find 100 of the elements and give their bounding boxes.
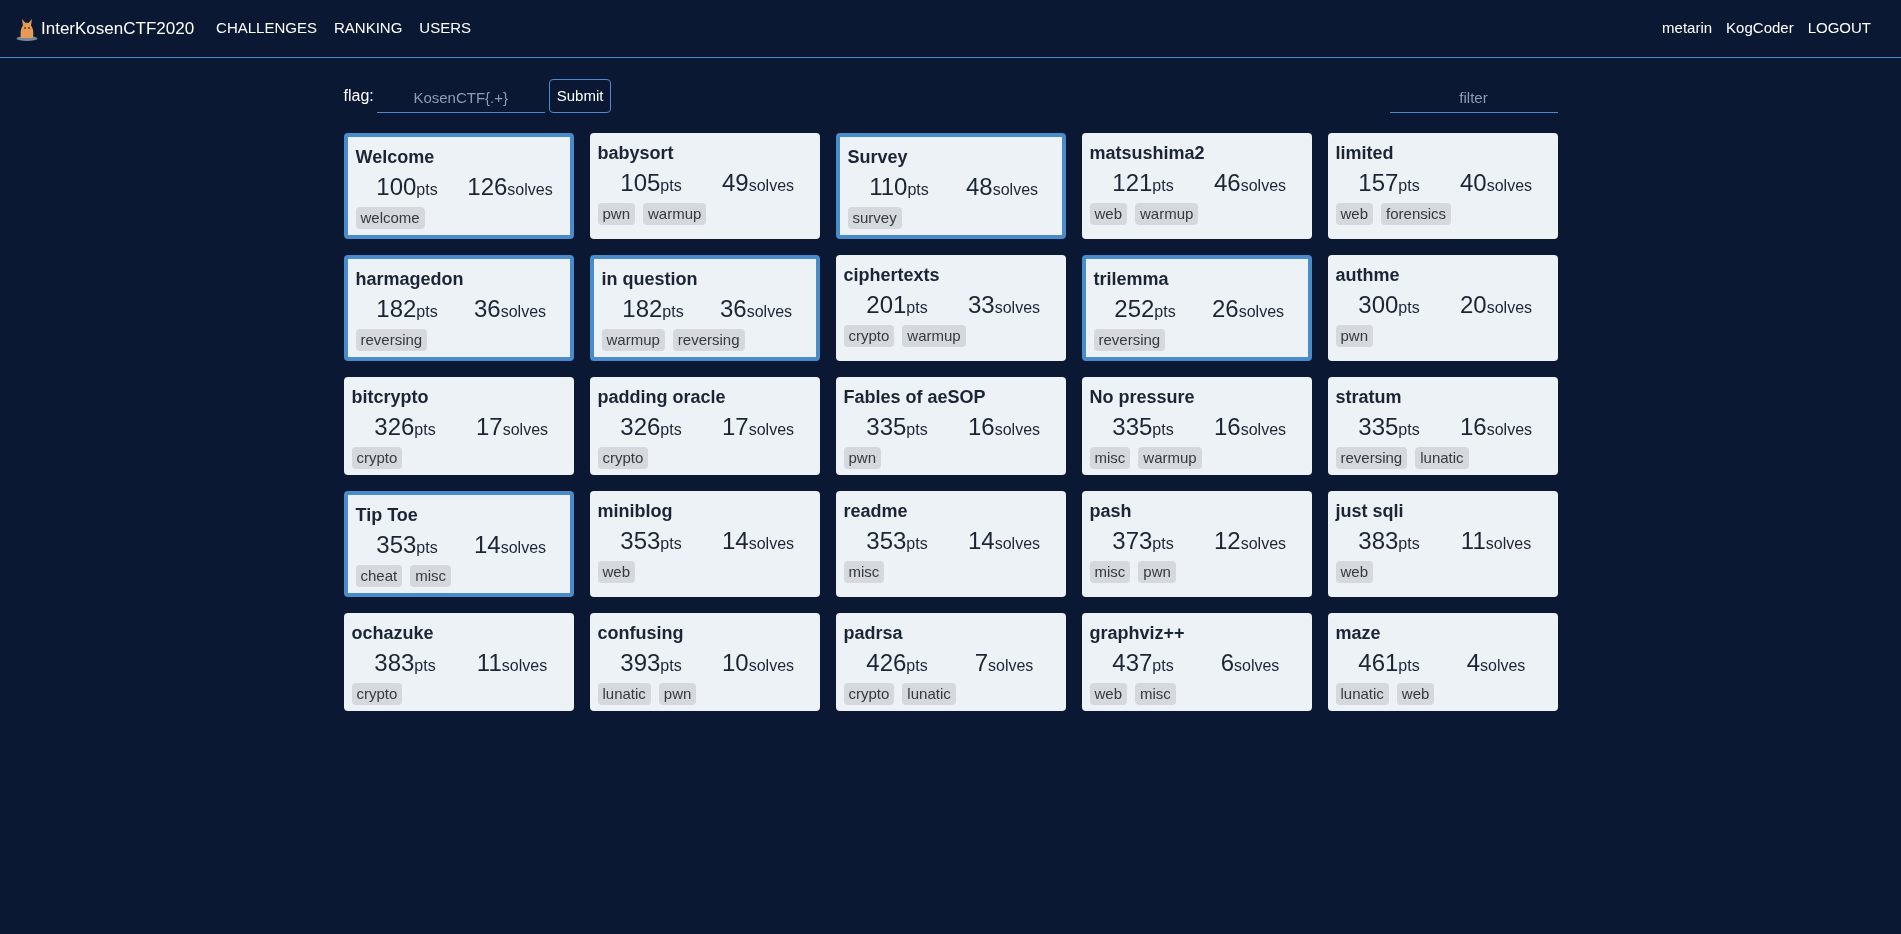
challenge-card[interactable]: limited 157pts 40solves web forensics — [1327, 133, 1558, 239]
points-unit: pts — [662, 303, 684, 320]
solves-value: 33 — [967, 291, 995, 318]
challenge-title: in question — [601, 268, 698, 291]
category-tag: reversing — [672, 329, 745, 351]
points-value: 326 — [374, 413, 415, 440]
challenge-card[interactable]: Survey 110pts 48solves survey — [835, 133, 1066, 239]
solves-value: 11 — [476, 649, 502, 676]
challenge-title: bitcrypto — [351, 386, 429, 409]
challenge-card[interactable]: babysort 105pts 49solves pwn warmup — [589, 133, 820, 239]
nav-link[interactable]: metarin — [1662, 17, 1713, 40]
category-tag: reversing — [355, 329, 428, 351]
challenge-card[interactable]: Tip Toe 353pts 14solves cheat misc — [343, 491, 574, 597]
challenge-card[interactable]: trilemma 252pts 26solves reversing — [1081, 255, 1312, 361]
challenge-card[interactable]: harmagedon 182pts 36solves reversing — [343, 255, 574, 361]
challenge-card[interactable]: matsushima2 121pts 46solves web warmup — [1081, 133, 1312, 239]
points-unit: pts — [906, 299, 928, 316]
solves-unit: solves — [994, 535, 1041, 552]
category-tag: warmup — [902, 325, 966, 347]
challenge-card[interactable]: maze 461pts 4solves lunatic web — [1327, 613, 1558, 711]
solves-value: 16 — [1459, 413, 1487, 440]
filter-input[interactable]: filter — [1389, 83, 1558, 113]
points-value: 182 — [376, 295, 417, 322]
challenge-card[interactable]: miniblog 353pts 14solves web — [589, 491, 820, 597]
solves-value: 36 — [473, 295, 501, 322]
solves-value: 7 — [974, 649, 988, 676]
points-unit: pts — [416, 539, 438, 556]
challenge-title: pash — [1089, 500, 1132, 523]
points-unit: pts — [416, 303, 438, 320]
nav-link[interactable]: USERS — [419, 17, 471, 40]
points-unit: pts — [414, 421, 436, 438]
solves-value: 20 — [1459, 291, 1487, 318]
points-value: 353 — [376, 531, 417, 558]
points-unit: pts — [660, 421, 682, 438]
points-unit: pts — [660, 177, 682, 194]
solves-unit: solves — [500, 303, 547, 320]
brand-link[interactable]: InterKosenCTF2020 — [16, 15, 195, 42]
nav-link[interactable]: LOGOUT — [1807, 17, 1871, 40]
solves-value: 126 — [467, 173, 508, 200]
challenge-card[interactable]: authme 300pts 20solves pwn — [1327, 255, 1558, 361]
points-value: 201 — [866, 291, 907, 318]
nav-link[interactable]: KogCoder — [1726, 17, 1794, 40]
challenge-title: No pressure — [1089, 386, 1195, 409]
challenge-card[interactable]: confusing 393pts 10solves lunatic pwn — [589, 613, 820, 711]
category-tag: lunatic — [1415, 447, 1469, 469]
category-tag: crypto — [843, 683, 895, 705]
points-unit: pts — [906, 657, 928, 674]
flag-input[interactable]: KosenCTF{.+} — [376, 83, 545, 113]
challenge-card[interactable]: ciphertexts 201pts 33solves crypto warmup — [835, 255, 1066, 361]
challenge-card[interactable]: stratum 335pts 16solves reversing lunatic — [1327, 377, 1558, 475]
challenge-title: matsushima2 — [1089, 142, 1205, 165]
points-unit: pts — [660, 535, 682, 552]
points-value: 426 — [866, 649, 907, 676]
solves-value: 46 — [1213, 169, 1241, 196]
challenge-card[interactable]: Welcome 100pts 126solves welcome — [343, 133, 574, 239]
category-tag: misc — [1135, 683, 1176, 705]
challenge-card[interactable]: bitcrypto 326pts 17solves crypto — [343, 377, 574, 475]
category-tag: warmup — [643, 203, 707, 225]
challenge-card[interactable]: No pressure 335pts 16solves misc warmup — [1081, 377, 1312, 475]
challenge-title: miniblog — [597, 500, 673, 523]
points-unit: pts — [1152, 657, 1174, 674]
category-tag: reversing — [1093, 329, 1166, 351]
nav-link[interactable]: CHALLENGES — [216, 17, 317, 40]
challenge-card[interactable]: padrsa 426pts 7solves crypto lunatic — [835, 613, 1066, 711]
challenge-title: Tip Toe — [355, 504, 418, 527]
challenge-card[interactable]: pash 373pts 12solves misc pwn — [1081, 491, 1312, 597]
challenge-title: ochazuke — [351, 622, 434, 645]
category-tag: welcome — [355, 207, 425, 229]
solves-value: 4 — [1466, 649, 1480, 676]
nav-link[interactable]: RANKING — [333, 17, 403, 40]
solves-unit: solves — [1485, 535, 1532, 552]
solves-unit: solves — [746, 303, 793, 320]
submit-button[interactable]: Submit — [548, 79, 612, 113]
solves-unit: solves — [501, 657, 548, 674]
challenge-title: readme — [843, 500, 908, 523]
points-value: 383 — [374, 649, 415, 676]
category-tag: crypto — [843, 325, 895, 347]
points-unit: pts — [1152, 421, 1174, 438]
category-tag: pwn — [658, 683, 697, 705]
challenge-card[interactable]: Fables of aeSOP 335pts 16solves pwn — [835, 377, 1066, 475]
challenge-card[interactable]: padding oracle 326pts 17solves crypto — [589, 377, 820, 475]
points-value: 252 — [1114, 295, 1155, 322]
solves-value: 16 — [1213, 413, 1241, 440]
category-tag: reversing — [1335, 447, 1408, 469]
category-tag: survey — [847, 207, 902, 229]
points-unit: pts — [1152, 177, 1174, 194]
points-value: 100 — [376, 173, 417, 200]
solves-unit: solves — [1480, 657, 1526, 674]
challenge-card[interactable]: graphviz++ 437pts 6solves web misc — [1081, 613, 1312, 711]
challenge-card[interactable]: in question 182pts 36solves warmup reversing — [589, 255, 820, 361]
solves-value: 49 — [721, 169, 749, 196]
challenge-card[interactable]: readme 353pts 14solves misc — [835, 491, 1066, 597]
solves-unit: solves — [502, 421, 549, 438]
solves-unit: solves — [748, 657, 795, 674]
challenge-card[interactable]: just sqli 383pts 11solves web — [1327, 491, 1558, 597]
points-value: 121 — [1112, 169, 1153, 196]
category-tag: misc — [843, 561, 885, 583]
challenge-card[interactable]: ochazuke 383pts 11solves crypto — [343, 613, 574, 711]
solves-value: 48 — [965, 173, 993, 200]
points-unit: pts — [1398, 299, 1420, 316]
